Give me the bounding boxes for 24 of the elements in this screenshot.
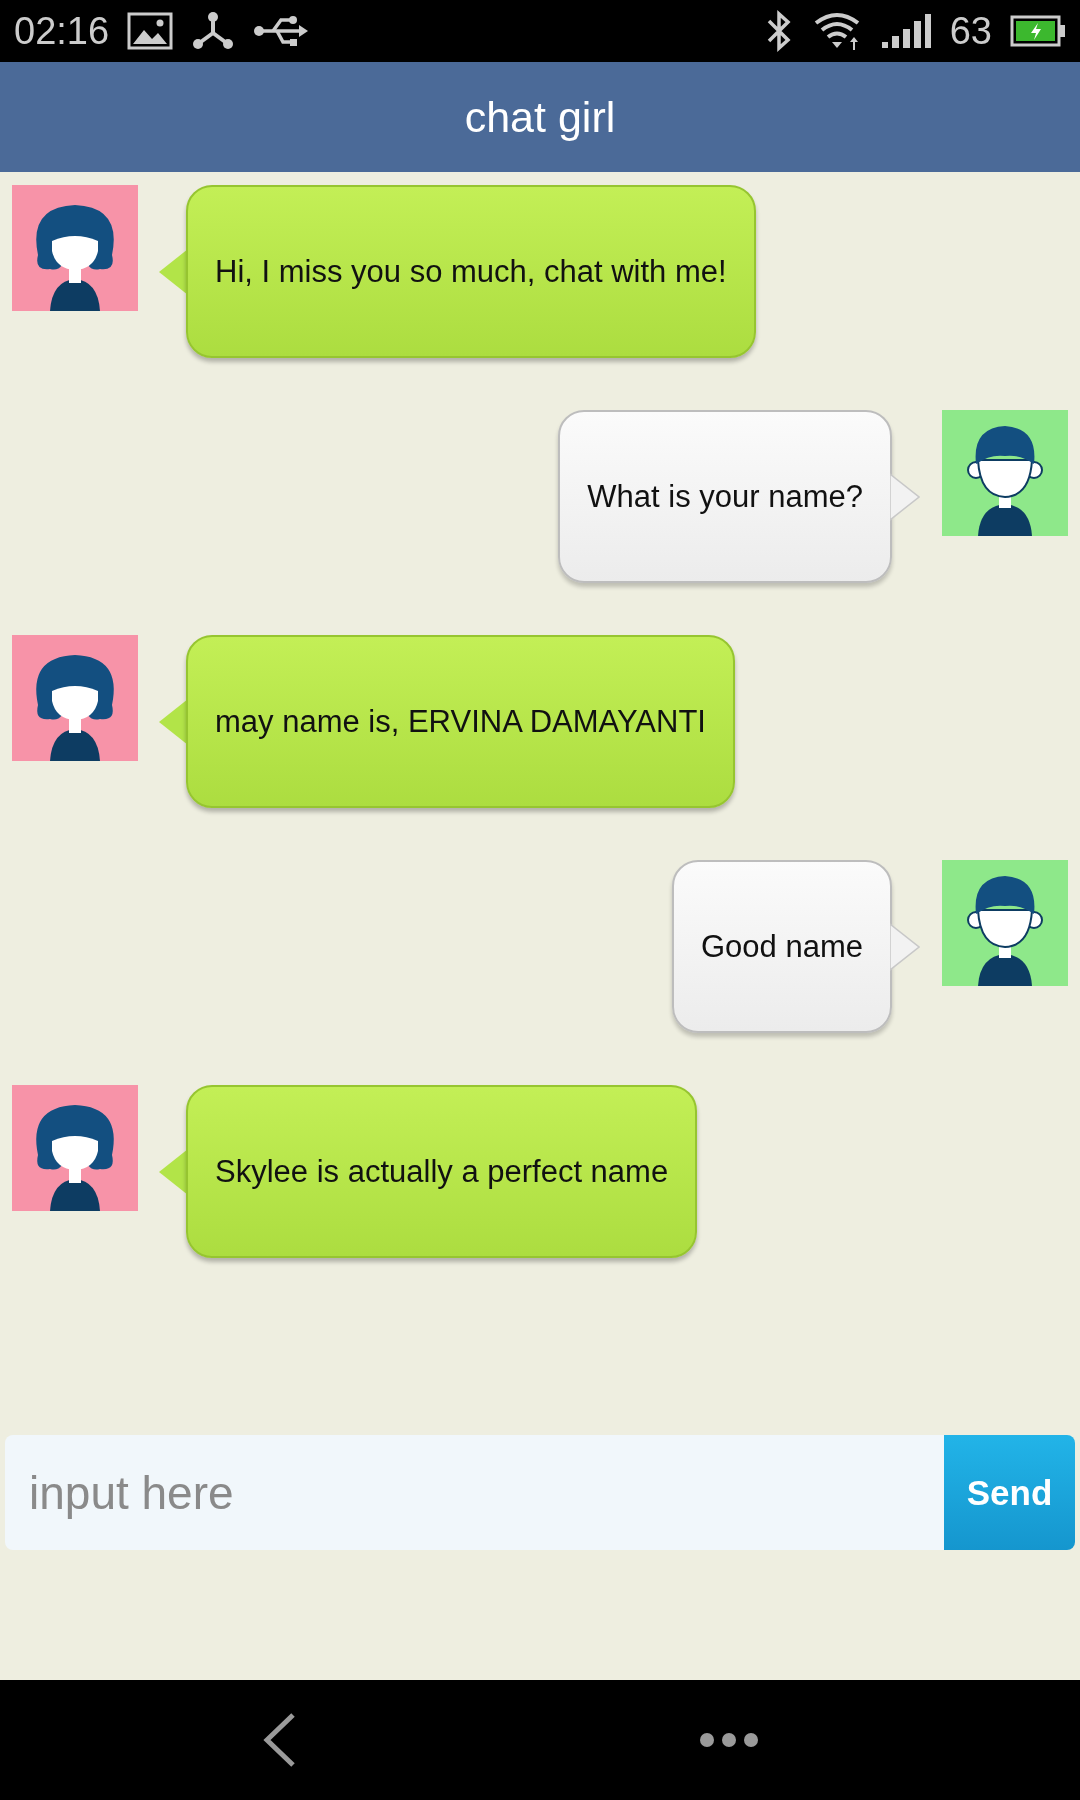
avatar-figure-icon	[12, 185, 138, 311]
battery-icon	[1010, 15, 1066, 47]
bubble-tail	[890, 921, 920, 972]
message-bubble: Good name	[672, 860, 892, 1033]
back-icon[interactable]	[261, 1711, 297, 1769]
avatar-figure-icon	[942, 410, 1068, 536]
avatar-figure-icon	[12, 635, 138, 761]
bubble-tail	[890, 471, 920, 522]
usb-icon	[253, 14, 310, 48]
battery-level: 63	[949, 9, 992, 53]
signal-icon	[879, 12, 932, 50]
more-icon[interactable]	[699, 1731, 759, 1749]
chat-title: chat girl	[464, 92, 616, 142]
avatar-figure-icon	[942, 860, 1068, 986]
send-button[interactable]: Send	[944, 1435, 1075, 1550]
message-input-field[interactable]: input here	[5, 1435, 944, 1550]
message-bubble: What is your name?	[558, 410, 892, 583]
image-icon	[127, 12, 174, 50]
network-nodes-icon	[191, 11, 236, 51]
avatar-figure-icon	[12, 1085, 138, 1211]
clock-time: 02:16	[14, 9, 110, 53]
message-bubble: Skylee is actually a perfect name	[186, 1085, 698, 1258]
message-bubble: Hi, I miss you so much, chat with me!	[186, 185, 756, 358]
message-bubble: may name is, ERVINA DAMAYANTI	[186, 635, 735, 808]
